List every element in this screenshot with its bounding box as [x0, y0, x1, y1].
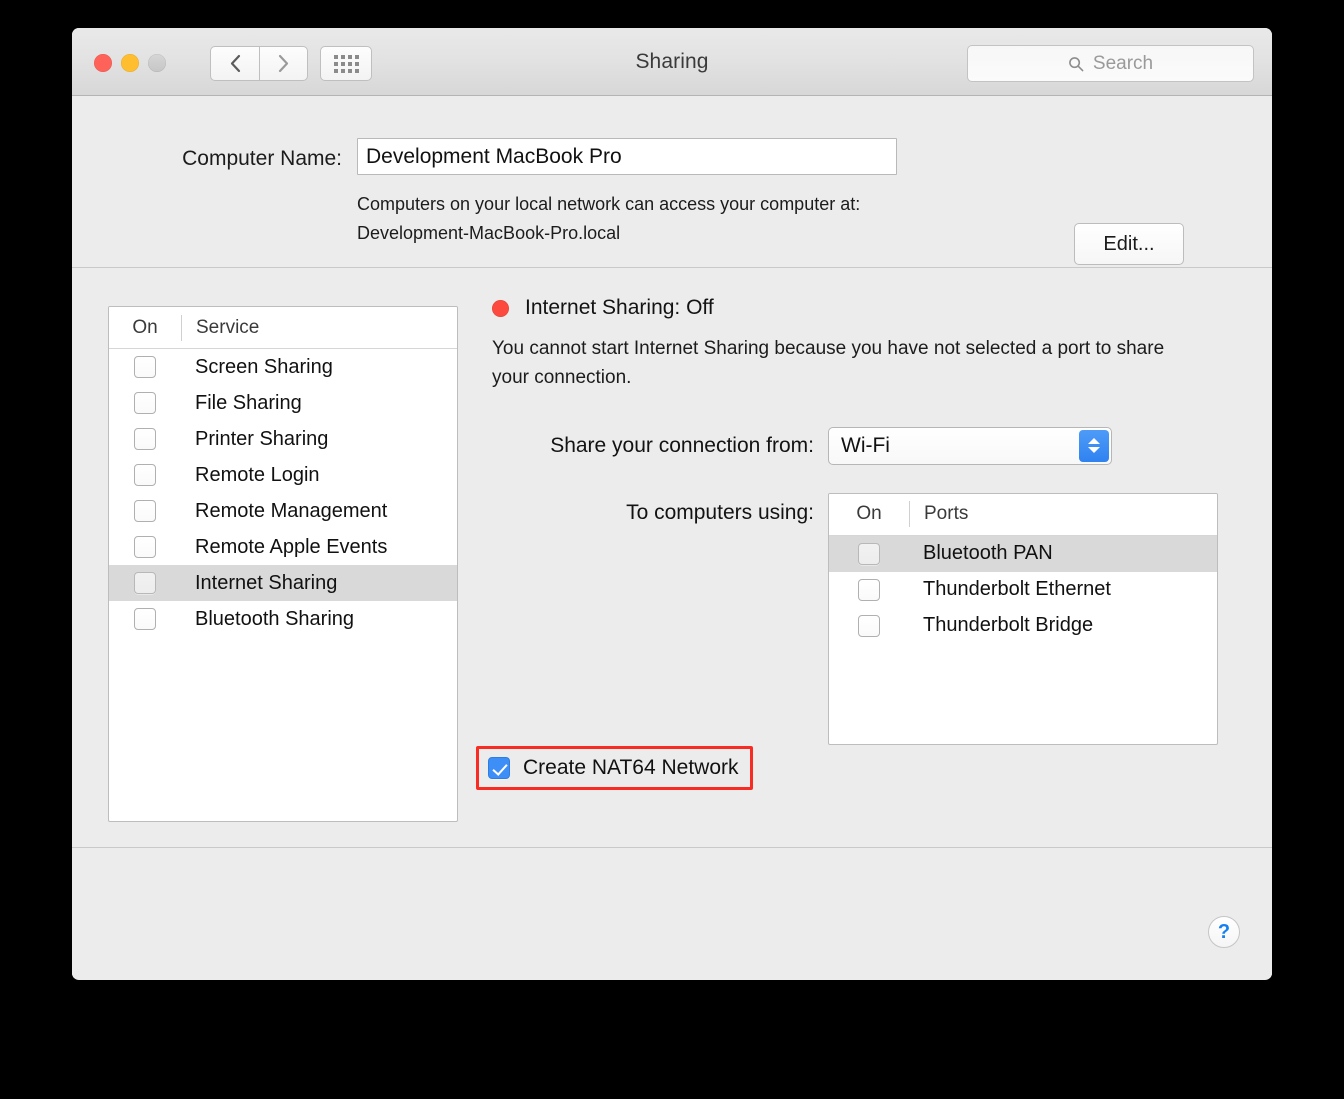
service-row-checkbox[interactable]	[134, 500, 156, 522]
ports-col-on: On	[856, 503, 882, 525]
computer-name-section: Computer Name: Development MacBook Pro C…	[72, 96, 1272, 268]
service-row-label: Printer Sharing	[195, 427, 329, 450]
ports-rows: Bluetooth PAN Thunderbolt Ethernet Thunder…	[829, 535, 1217, 644]
to-computers-row: To computers using: On Ports Bluetooth P…	[492, 492, 1242, 745]
nat64-highlight-box: Create NAT64 Network	[476, 746, 753, 790]
service-row[interactable]: Printer Sharing	[109, 421, 457, 457]
ports-col-ports: Ports	[909, 501, 1217, 528]
search-input[interactable]: Search	[967, 45, 1254, 82]
service-row-label: Remote Management	[195, 499, 388, 522]
service-row-on-cell	[109, 464, 181, 486]
status-row: Internet Sharing: Off	[492, 296, 1242, 320]
service-row-label: Remote Login	[195, 463, 320, 486]
computer-name-note: Computers on your local network can acce…	[357, 190, 997, 248]
edit-button[interactable]: Edit...	[1074, 223, 1184, 265]
services-col-on: On	[132, 316, 158, 338]
to-computers-label: To computers using:	[626, 500, 814, 524]
service-row-on-cell	[109, 608, 181, 630]
service-row[interactable]: Bluetooth Sharing	[109, 601, 457, 637]
services-table-header: On Service	[109, 307, 457, 349]
computer-name-label: Computer Name:	[182, 147, 342, 170]
status-indicator-icon	[492, 299, 509, 317]
computer-name-field[interactable]: Development MacBook Pro	[357, 138, 897, 175]
note-line-2: Development-MacBook-Pro.local	[357, 223, 621, 244]
note-line-1: Computers on your local network can acce…	[357, 194, 861, 214]
share-from-select[interactable]: Wi-Fi	[828, 426, 1112, 465]
port-row-on-cell	[829, 578, 909, 601]
nat64-label: Create NAT64 Network	[523, 756, 739, 779]
port-row-checkbox[interactable]	[858, 578, 880, 601]
share-from-value: Wi-Fi	[841, 433, 890, 457]
port-row[interactable]: Thunderbolt Ethernet	[829, 572, 1217, 608]
port-row-label: Thunderbolt Ethernet	[923, 578, 1111, 601]
service-row[interactable]: File Sharing	[109, 385, 457, 421]
internet-sharing-detail: Internet Sharing: Off You cannot start I…	[492, 296, 1242, 745]
status-label: Internet Sharing: Off	[525, 296, 714, 319]
service-row-on-cell	[109, 428, 181, 450]
preferences-window: Sharing Search Computer Name: Developmen…	[72, 28, 1272, 980]
ports-table[interactable]: On Ports Bluetooth PAN Thunderbolt Ethern…	[828, 492, 1218, 745]
service-row[interactable]: Remote Management	[109, 493, 457, 529]
service-row-checkbox[interactable]	[134, 608, 156, 630]
services-col-service: Service	[181, 314, 457, 341]
port-row-label: Bluetooth PAN	[923, 542, 1053, 565]
service-row[interactable]: Remote Login	[109, 457, 457, 493]
port-row-label: Thunderbolt Bridge	[923, 614, 1094, 637]
chevron-updown-icon[interactable]	[1079, 429, 1109, 462]
service-row-on-cell	[109, 572, 181, 594]
status-description: You cannot start Internet Sharing becaus…	[492, 338, 1165, 389]
service-row-label: File Sharing	[195, 391, 302, 414]
service-row-on-cell	[109, 500, 181, 522]
window-titlebar: Sharing Search	[72, 28, 1272, 96]
port-row-checkbox[interactable]	[858, 542, 880, 565]
service-row-on-cell	[109, 392, 181, 414]
port-row-checkbox[interactable]	[858, 614, 880, 637]
services-rows: Screen Sharing File Sharing Printer Sharin…	[109, 349, 457, 637]
nat64-checkbox[interactable]	[488, 757, 510, 779]
search-placeholder: Search	[1092, 52, 1154, 74]
service-row-label: Remote Apple Events	[195, 535, 388, 558]
service-row-label: Internet Sharing	[195, 571, 338, 594]
service-row-label: Screen Sharing	[195, 355, 333, 378]
share-from-row: Share your connection from: Wi-Fi	[492, 426, 1242, 465]
sharing-body: On Service Screen Sharing File Sharing Pri…	[72, 268, 1272, 848]
service-row-on-cell	[109, 356, 181, 378]
service-row-checkbox[interactable]	[134, 392, 156, 414]
window-footer: ?	[72, 848, 1272, 978]
search-icon	[1068, 56, 1084, 72]
service-row[interactable]: Internet Sharing	[109, 565, 457, 601]
share-from-label: Share your connection from:	[550, 433, 814, 457]
service-row-checkbox[interactable]	[134, 464, 156, 486]
help-button[interactable]: ?	[1208, 916, 1240, 948]
service-row-checkbox[interactable]	[134, 572, 156, 594]
port-row[interactable]: Bluetooth PAN	[829, 535, 1217, 572]
service-row-on-cell	[109, 536, 181, 558]
ports-table-header: On Ports	[829, 493, 1217, 536]
service-row[interactable]: Screen Sharing	[109, 349, 457, 385]
port-row-on-cell	[829, 614, 909, 637]
service-row-label: Bluetooth Sharing	[195, 607, 355, 630]
port-row-on-cell	[829, 542, 909, 565]
service-row-checkbox[interactable]	[134, 428, 156, 450]
port-row[interactable]: Thunderbolt Bridge	[829, 608, 1217, 644]
service-row[interactable]: Remote Apple Events	[109, 529, 457, 565]
service-row-checkbox[interactable]	[134, 356, 156, 378]
service-row-checkbox[interactable]	[134, 536, 156, 558]
services-table[interactable]: On Service Screen Sharing File Sharing Pri…	[108, 306, 458, 822]
